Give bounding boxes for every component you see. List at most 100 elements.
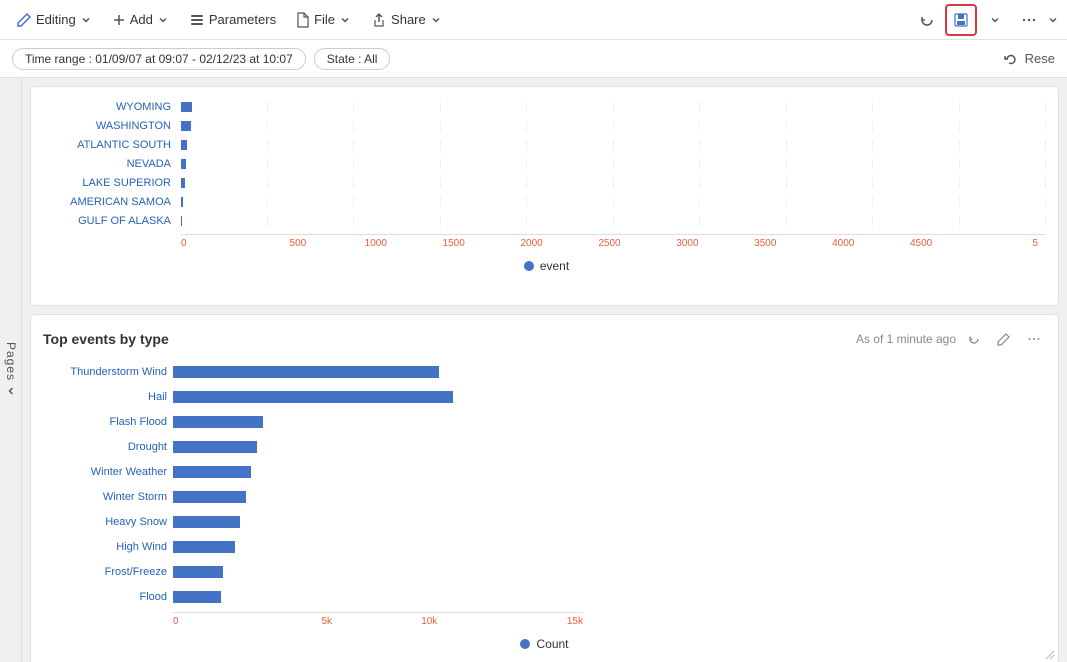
share-button[interactable]: Share xyxy=(363,8,450,32)
bottom-bar-label: High Wind xyxy=(43,541,173,553)
add-button[interactable]: Add xyxy=(104,8,177,31)
main-content: Pages WYOMING WASHINGTON ATLANTIC SOUTH NEV… xyxy=(0,78,1067,662)
bar-label: WYOMING xyxy=(47,101,177,113)
state-label: State : All xyxy=(327,52,378,66)
bottom-bar-fill xyxy=(173,441,257,453)
refresh-small-icon xyxy=(967,332,981,346)
pages-label: Pages xyxy=(4,342,18,381)
bottom-bar-fill xyxy=(173,416,263,428)
bar-fill xyxy=(181,216,182,226)
chart-refresh-button[interactable] xyxy=(962,327,986,351)
bar-fill xyxy=(181,102,192,112)
state-filter[interactable]: State : All xyxy=(314,48,391,70)
undo-icon xyxy=(1003,51,1019,67)
bottom-bar-fill xyxy=(173,591,221,603)
toolbar: Editing Add Parameters File xyxy=(0,0,1067,40)
parameters-button[interactable]: Parameters xyxy=(181,8,284,32)
top-chart-row: WASHINGTON xyxy=(47,118,1046,134)
bar-container xyxy=(181,121,1046,131)
edit-icon xyxy=(16,12,32,28)
scroll-area: WYOMING WASHINGTON ATLANTIC SOUTH NEVADA LAK… xyxy=(22,78,1067,662)
bottom-chart-row: Heavy Snow xyxy=(43,513,1046,531)
reset-button[interactable]: Rese xyxy=(1003,51,1055,67)
bottom-bar-label: Drought xyxy=(43,441,173,453)
bottom-bar-label: Hail xyxy=(43,391,173,403)
parameters-icon xyxy=(189,12,205,28)
bottom-bar-label: Heavy Snow xyxy=(43,516,173,528)
save-button[interactable] xyxy=(945,4,977,36)
bottom-chart-panel: Top events by type As of 1 minute ago xyxy=(30,314,1059,662)
time-range-label: Time range : 01/09/07 at 09:07 - 02/12/2… xyxy=(25,52,293,66)
chart-edit-button[interactable] xyxy=(992,327,1016,351)
pages-tab[interactable]: Pages xyxy=(0,78,22,662)
file-label: File xyxy=(314,12,335,27)
parameters-label: Parameters xyxy=(209,12,276,27)
chevron-down-icon-toolbar xyxy=(989,14,1001,26)
bottom-bar-fill xyxy=(173,516,240,528)
more-options-icon xyxy=(1021,12,1037,28)
bottom-bar-label: Winter Storm xyxy=(43,491,173,503)
bar-fill xyxy=(181,197,183,207)
more-options-button[interactable] xyxy=(1013,4,1045,36)
legend-label-event: event xyxy=(540,259,569,273)
bottom-bar-fill xyxy=(173,366,439,378)
bottom-chart-row: Winter Storm xyxy=(43,488,1046,506)
top-chart-legend: event xyxy=(47,259,1046,273)
bottom-bar-fill xyxy=(173,491,246,503)
bottom-bar-label: Flash Flood xyxy=(43,416,173,428)
bar-label: ATLANTIC SOUTH xyxy=(47,139,177,151)
bottom-chart-row: Hail xyxy=(43,388,1046,406)
xaxis-label: 10k xyxy=(378,616,481,627)
bottom-bar-label: Thunderstorm Wind xyxy=(43,366,173,378)
bar-label: GULF OF ALASKA xyxy=(47,215,177,227)
editing-label: Editing xyxy=(36,12,76,27)
chevron-down-icon-share xyxy=(430,14,442,26)
reset-label: Rese xyxy=(1025,51,1055,66)
bottom-chart-bars: Thunderstorm Wind Hail Flash Flood Drought W… xyxy=(43,363,1046,608)
chevron-down-icon-add xyxy=(157,14,169,26)
file-button[interactable]: File xyxy=(288,8,359,32)
chevron-down-icon xyxy=(80,14,92,26)
chart-more-button[interactable] xyxy=(1022,327,1046,351)
filter-bar: Time range : 01/09/07 at 09:07 - 02/12/2… xyxy=(0,40,1067,78)
resize-handle[interactable] xyxy=(1044,649,1056,661)
bottom-bar-label: Frost/Freeze xyxy=(43,566,173,578)
pencil-icon xyxy=(997,332,1011,346)
bottom-chart-title: Top events by type xyxy=(43,331,169,347)
bottom-chart-header: Top events by type As of 1 minute ago xyxy=(43,327,1046,351)
plus-icon xyxy=(112,13,126,27)
bar-label: NEVADA xyxy=(47,158,177,170)
chevron-down-button[interactable] xyxy=(979,4,1011,36)
xaxis-label: 0 xyxy=(173,616,276,627)
share-label: Share xyxy=(391,12,426,27)
bar-container xyxy=(181,140,1046,150)
legend-dot-event xyxy=(524,261,534,271)
refresh-button[interactable] xyxy=(911,4,943,36)
time-range-filter[interactable]: Time range : 01/09/07 at 09:07 - 02/12/2… xyxy=(12,48,306,70)
refresh-icon xyxy=(919,12,935,28)
bottom-chart-row: Winter Weather xyxy=(43,463,1046,481)
bottom-bar-label: Flood xyxy=(43,591,173,603)
editing-button[interactable]: Editing xyxy=(8,8,100,32)
top-chart-row: ATLANTIC SOUTH xyxy=(47,137,1046,153)
bottom-chart-subtitle: As of 1 minute ago xyxy=(856,327,1046,351)
chevron-down-icon-more xyxy=(1047,14,1059,26)
legend-dot-count xyxy=(520,639,530,649)
top-chart-panel: WYOMING WASHINGTON ATLANTIC SOUTH NEVADA LAK… xyxy=(30,86,1059,306)
ellipsis-icon xyxy=(1027,332,1041,346)
bottom-chart-row: Thunderstorm Wind xyxy=(43,363,1046,381)
bottom-chart-row: Drought xyxy=(43,438,1046,456)
bar-container xyxy=(181,178,1046,188)
top-chart-row: LAKE SUPERIOR xyxy=(47,175,1046,191)
bar-container xyxy=(181,197,1046,207)
chevron-right-icon xyxy=(5,386,17,398)
bottom-bar-fill xyxy=(173,466,251,478)
file-icon xyxy=(296,12,310,28)
bar-label: AMERICAN SAMOA xyxy=(47,196,177,208)
bar-container xyxy=(181,102,1046,112)
bar-fill xyxy=(181,140,187,150)
bottom-chart-row: High Wind xyxy=(43,538,1046,556)
legend-label-count: Count xyxy=(536,637,568,651)
bar-fill xyxy=(181,159,186,169)
bottom-chart-legend: Count xyxy=(43,637,1046,651)
